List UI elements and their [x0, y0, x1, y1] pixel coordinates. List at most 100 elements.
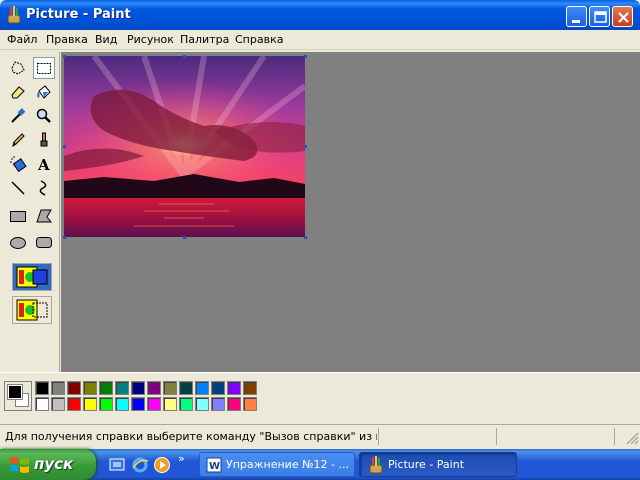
menu-view[interactable]: Вид [95, 33, 117, 46]
palette-color-swatch[interactable] [227, 381, 241, 395]
canvas-workspace[interactable] [61, 52, 640, 372]
status-text: Для получения справки выберите команду "… [5, 430, 377, 443]
taskbar-button-paint[interactable]: Picture - Paint [359, 452, 517, 477]
rectangle-select-tool[interactable] [33, 57, 55, 79]
media-player-icon[interactable] [153, 456, 171, 474]
menu-help[interactable]: Справка [235, 33, 283, 46]
brush-tool[interactable] [33, 129, 55, 151]
eraser-tool[interactable] [7, 81, 29, 103]
taskbar: пуск » W Упражнение №12 - ... Picture - … [0, 449, 640, 480]
rectangle-tool[interactable] [7, 205, 29, 227]
paint-app-icon[interactable] [6, 6, 22, 24]
opaque-option-icon [16, 266, 48, 288]
text-tool[interactable]: A [33, 153, 55, 175]
pick-color-tool[interactable] [7, 105, 29, 127]
palette-color-swatch[interactable] [35, 397, 49, 411]
start-button[interactable]: пуск [0, 449, 96, 480]
status-bar: Для получения справки выберите команду "… [0, 424, 640, 448]
palette-color-swatch[interactable] [163, 397, 177, 411]
close-button[interactable] [612, 6, 633, 27]
palette-color-swatch[interactable] [83, 397, 97, 411]
palette-color-swatch[interactable] [195, 381, 209, 395]
quick-launch-chevron[interactable]: » [178, 452, 185, 465]
free-form-select-icon [11, 61, 25, 75]
status-selection-size [496, 428, 614, 445]
resize-handle[interactable] [63, 236, 66, 239]
palette-color-swatch[interactable] [211, 381, 225, 395]
color-palette [0, 372, 640, 420]
line-icon [11, 181, 25, 195]
size-grip-icon [626, 432, 639, 445]
menu-file[interactable]: Файл [7, 33, 37, 46]
palette-color-swatch[interactable] [243, 381, 257, 395]
palette-color-swatch[interactable] [179, 381, 193, 395]
transparent-background-option[interactable] [12, 296, 52, 324]
resize-handle[interactable] [304, 236, 307, 239]
transparent-option-icon [16, 299, 48, 321]
palette-color-swatch[interactable] [83, 381, 97, 395]
palette-color-swatch[interactable] [179, 397, 193, 411]
minimize-button[interactable] [566, 6, 587, 27]
palette-color-swatch[interactable] [115, 397, 129, 411]
magnifier-tool[interactable] [33, 105, 55, 127]
menu-bar: Файл Правка Вид Рисунок Палитра Справка [0, 30, 640, 50]
palette-color-swatch[interactable] [131, 397, 145, 411]
resize-handle[interactable] [183, 236, 186, 239]
palette-color-swatch[interactable] [211, 397, 225, 411]
eraser-icon [11, 86, 25, 99]
menu-edit[interactable]: Правка [46, 33, 88, 46]
palette-color-swatch[interactable] [99, 381, 113, 395]
curve-tool[interactable] [33, 177, 55, 199]
show-desktop-icon[interactable] [108, 456, 126, 474]
curve-icon [39, 180, 47, 196]
foreground-color-swatch[interactable] [7, 384, 23, 400]
resize-handle[interactable] [183, 55, 186, 58]
resize-handle[interactable] [63, 55, 66, 58]
pencil-icon [12, 133, 25, 148]
palette-color-swatch[interactable] [35, 381, 49, 395]
menu-colors[interactable]: Палитра [180, 33, 229, 46]
svg-text:W: W [209, 461, 220, 472]
palette-color-swatch[interactable] [67, 381, 81, 395]
rounded-rectangle-tool[interactable] [33, 231, 55, 253]
maximize-button[interactable] [589, 6, 610, 27]
palette-color-swatch[interactable] [51, 397, 65, 411]
pencil-tool[interactable] [7, 129, 29, 151]
size-grip[interactable] [614, 428, 640, 445]
palette-color-swatch[interactable] [195, 397, 209, 411]
free-form-select-tool[interactable] [7, 57, 29, 79]
palette-color-swatch[interactable] [227, 397, 241, 411]
paint-bucket-icon [37, 85, 51, 99]
palette-color-swatch[interactable] [147, 397, 161, 411]
internet-explorer-icon[interactable] [131, 456, 149, 474]
menu-image[interactable]: Рисунок [127, 33, 174, 46]
sunset-picture[interactable] [64, 56, 305, 237]
resize-handle[interactable] [304, 145, 307, 148]
toolbox: A [0, 52, 60, 372]
polygon-tool[interactable] [33, 205, 55, 227]
opaque-background-option[interactable] [12, 263, 52, 291]
palette-color-swatch[interactable] [99, 397, 113, 411]
brush-icon [40, 132, 48, 147]
palette-color-swatch[interactable] [115, 381, 129, 395]
resize-handle[interactable] [63, 145, 66, 148]
palette-color-swatch[interactable] [147, 381, 161, 395]
task-label: Picture - Paint [388, 458, 465, 471]
palette-color-swatch[interactable] [163, 381, 177, 395]
fill-with-color-tool[interactable] [33, 81, 55, 103]
task-label: Упражнение №12 - ... [226, 458, 349, 471]
ellipse-tool[interactable] [7, 231, 29, 253]
taskbar-button-word-document[interactable]: W Упражнение №12 - ... [199, 452, 355, 477]
palette-color-swatch[interactable] [67, 397, 81, 411]
line-tool[interactable] [7, 177, 29, 199]
palette-color-swatch[interactable] [131, 381, 145, 395]
airbrush-tool[interactable] [7, 153, 29, 175]
title-bar[interactable]: Picture - Paint [0, 0, 640, 30]
palette-color-swatch[interactable] [243, 397, 257, 411]
window-title: Picture - Paint [26, 7, 131, 22]
rounded-rectangle-icon [36, 237, 52, 248]
palette-color-swatch[interactable] [51, 381, 65, 395]
rectangle-select-icon [37, 63, 51, 74]
current-colors [4, 381, 32, 411]
resize-handle[interactable] [304, 55, 307, 58]
